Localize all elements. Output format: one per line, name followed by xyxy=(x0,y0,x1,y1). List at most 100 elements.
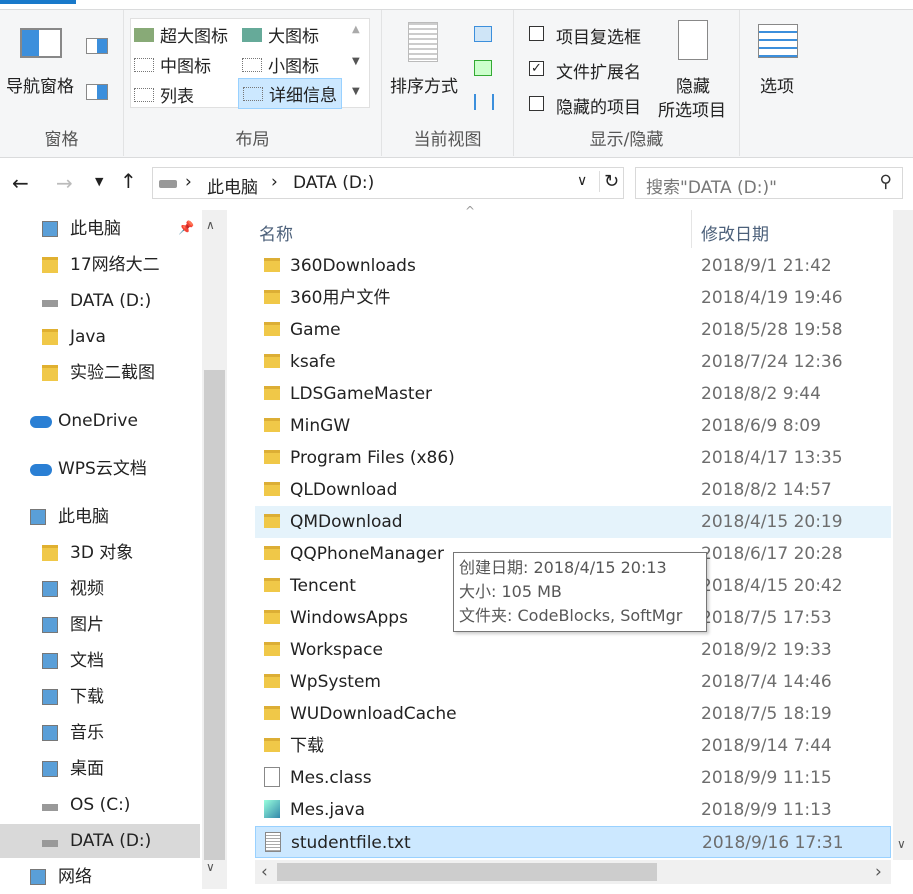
address-dropdown-button[interactable]: ∨ xyxy=(577,173,587,189)
hide-selected-button[interactable]: 隐藏 xyxy=(676,72,710,97)
file-extensions-checkbox[interactable]: ✓ xyxy=(529,61,544,76)
nav-item[interactable]: 17网络大二 xyxy=(0,248,200,282)
file-row[interactable]: Mes.class 2018/9/9 11:15 xyxy=(255,762,891,794)
nav-item[interactable]: 此电脑 📌 xyxy=(0,212,200,246)
nav-item[interactable]: OS (C:) xyxy=(0,788,200,822)
nav-item-label: 下载 xyxy=(70,687,104,707)
file-row[interactable]: Mes.java 2018/9/9 11:13 xyxy=(255,794,891,826)
group-by-icon[interactable] xyxy=(474,26,492,42)
item-checkboxes-checkbox[interactable] xyxy=(529,26,544,41)
layout-extra-large-icons[interactable]: 超大图标 xyxy=(134,22,228,47)
file-row[interactable]: 下载 2018/9/14 7:44 xyxy=(255,730,891,762)
nav-item[interactable]: 此电脑 xyxy=(0,500,200,534)
layout-large-icons[interactable]: 大图标 xyxy=(242,22,319,47)
nav-item[interactable]: 文档 xyxy=(0,644,200,678)
preview-pane-icon[interactable] xyxy=(86,38,108,54)
ribbon: 导航窗格 窗格 超大图标 大图标 中图标 小图标 列表 详细信息 ▲ ▼ ▼ 布… xyxy=(0,10,913,158)
size-columns-icon[interactable] xyxy=(474,94,494,110)
file-tab[interactable] xyxy=(0,0,76,4)
options-button[interactable]: 选项 xyxy=(760,72,794,97)
nav-scrollbar-thumb[interactable] xyxy=(204,370,225,860)
layout-scroll-down[interactable]: ▼ xyxy=(352,56,360,67)
nav-item[interactable]: DATA (D:) xyxy=(0,824,200,858)
nav-item[interactable]: OneDrive xyxy=(0,404,200,438)
recent-locations-button[interactable]: ▼ xyxy=(95,175,103,188)
file-date: 2018/5/28 19:58 xyxy=(701,320,843,340)
nav-item[interactable]: DATA (D:) xyxy=(0,284,200,318)
folder-icon xyxy=(264,610,280,624)
file-name: Mes.java xyxy=(290,800,366,820)
file-list-vertical-scrollbar[interactable]: ∨ xyxy=(893,210,913,860)
file-row[interactable]: studentfile.txt 2018/9/16 17:31 xyxy=(255,826,891,858)
file-row[interactable]: QLDownload 2018/8/2 14:57 xyxy=(255,474,891,506)
file-list-horizontal-scrollbar[interactable]: ‹ › xyxy=(255,860,891,884)
nav-item[interactable]: 3D 对象 xyxy=(0,536,200,570)
up-button[interactable]: ↑ xyxy=(120,169,137,193)
file-name: LDSGameMaster xyxy=(290,384,433,404)
file-extensions-label: 文件扩展名 xyxy=(556,63,641,83)
document-icon xyxy=(42,653,58,669)
details-pane-icon[interactable] xyxy=(86,84,108,100)
file-date: 2018/9/1 21:42 xyxy=(701,256,832,276)
drive-icon xyxy=(42,300,58,307)
file-row[interactable]: 360Downloads 2018/9/1 21:42 xyxy=(255,250,891,282)
layout-medium-icons[interactable]: 中图标 xyxy=(134,52,211,77)
hide-selected-button-line2[interactable]: 所选项目 xyxy=(658,96,726,121)
file-row[interactable]: WpSystem 2018/7/4 14:46 xyxy=(255,666,891,698)
sort-by-button[interactable]: 排序方式 xyxy=(390,72,458,97)
breadcrumb-this-pc[interactable]: 此电脑 xyxy=(207,173,258,198)
file-name: studentfile.txt xyxy=(291,833,411,853)
file-row[interactable]: WUDownloadCache 2018/7/5 18:19 xyxy=(255,698,891,730)
layout-list[interactable]: 列表 xyxy=(134,82,194,107)
pc-icon xyxy=(30,509,46,525)
search-box[interactable]: 搜索"DATA (D:)" ⚲ xyxy=(635,167,903,199)
file-date: 2018/7/24 12:36 xyxy=(701,352,843,372)
file-row[interactable]: ksafe 2018/7/24 12:36 xyxy=(255,346,891,378)
file-date: 2018/9/9 11:13 xyxy=(701,800,832,820)
layout-small-icons[interactable]: 小图标 xyxy=(242,52,319,77)
column-header-date[interactable]: 修改日期 xyxy=(701,220,769,245)
nav-pane-button[interactable]: 导航窗格 xyxy=(6,72,74,97)
file-row[interactable]: Game 2018/5/28 19:58 xyxy=(255,314,891,346)
nav-item[interactable]: WPS云文档 xyxy=(0,452,200,486)
breadcrumb-data-d[interactable]: DATA (D:) xyxy=(293,173,374,193)
nav-scrollbar[interactable]: ∧ ∨ xyxy=(202,210,227,889)
refresh-button[interactable]: ↻ xyxy=(599,171,619,192)
file-date: 2018/7/5 17:53 xyxy=(701,608,832,628)
back-button[interactable]: ← xyxy=(12,171,29,195)
pin-icon[interactable]: 📌 xyxy=(178,212,194,246)
file-row[interactable]: QMDownload 2018/4/15 20:19 xyxy=(255,506,891,538)
drive-icon xyxy=(42,840,58,847)
file-date: 2018/4/15 20:42 xyxy=(701,576,843,596)
nav-item[interactable]: 桌面 xyxy=(0,752,200,786)
nav-item[interactable]: 视频 xyxy=(0,572,200,606)
file-date: 2018/9/2 19:33 xyxy=(701,640,832,660)
search-icon[interactable]: ⚲ xyxy=(880,172,892,192)
file-date: 2018/4/19 19:46 xyxy=(701,288,843,308)
layout-details[interactable]: 详细信息 xyxy=(238,78,342,109)
horizontal-scrollbar-thumb[interactable] xyxy=(277,863,657,881)
file-row[interactable]: MinGW 2018/6/9 8:09 xyxy=(255,410,891,442)
folder-icon xyxy=(264,450,280,464)
folder-icon xyxy=(264,674,280,688)
search-input[interactable]: 搜索"DATA (D:)" xyxy=(646,178,777,198)
show-hide-group-label: 显示/隐藏 xyxy=(589,130,664,150)
file-row[interactable]: Workspace 2018/9/2 19:33 xyxy=(255,634,891,666)
nav-item[interactable]: Java xyxy=(0,320,200,354)
column-header-name[interactable]: 名称 xyxy=(259,220,293,245)
nav-item[interactable]: 图片 xyxy=(0,608,200,642)
file-row[interactable]: LDSGameMaster 2018/8/2 9:44 xyxy=(255,378,891,410)
nav-item[interactable]: 音乐 xyxy=(0,716,200,750)
file-row[interactable]: Program Files (x86) 2018/4/17 13:35 xyxy=(255,442,891,474)
address-bar[interactable]: › 此电脑 › DATA (D:) ∨ ↻ xyxy=(152,167,624,199)
add-columns-icon[interactable] xyxy=(474,60,492,76)
nav-item[interactable]: 实验二截图 xyxy=(0,356,200,390)
file-date: 2018/9/9 11:15 xyxy=(701,768,832,788)
nav-item-label: 视频 xyxy=(70,579,104,599)
file-row[interactable]: 360用户文件 2018/4/19 19:46 xyxy=(255,282,891,314)
layout-scroll-up[interactable]: ▲ xyxy=(352,24,360,35)
nav-item[interactable]: 下载 xyxy=(0,680,200,714)
layout-expand[interactable]: ▼ xyxy=(352,86,360,97)
hidden-items-checkbox[interactable] xyxy=(529,96,544,111)
forward-button[interactable]: → xyxy=(56,171,73,195)
